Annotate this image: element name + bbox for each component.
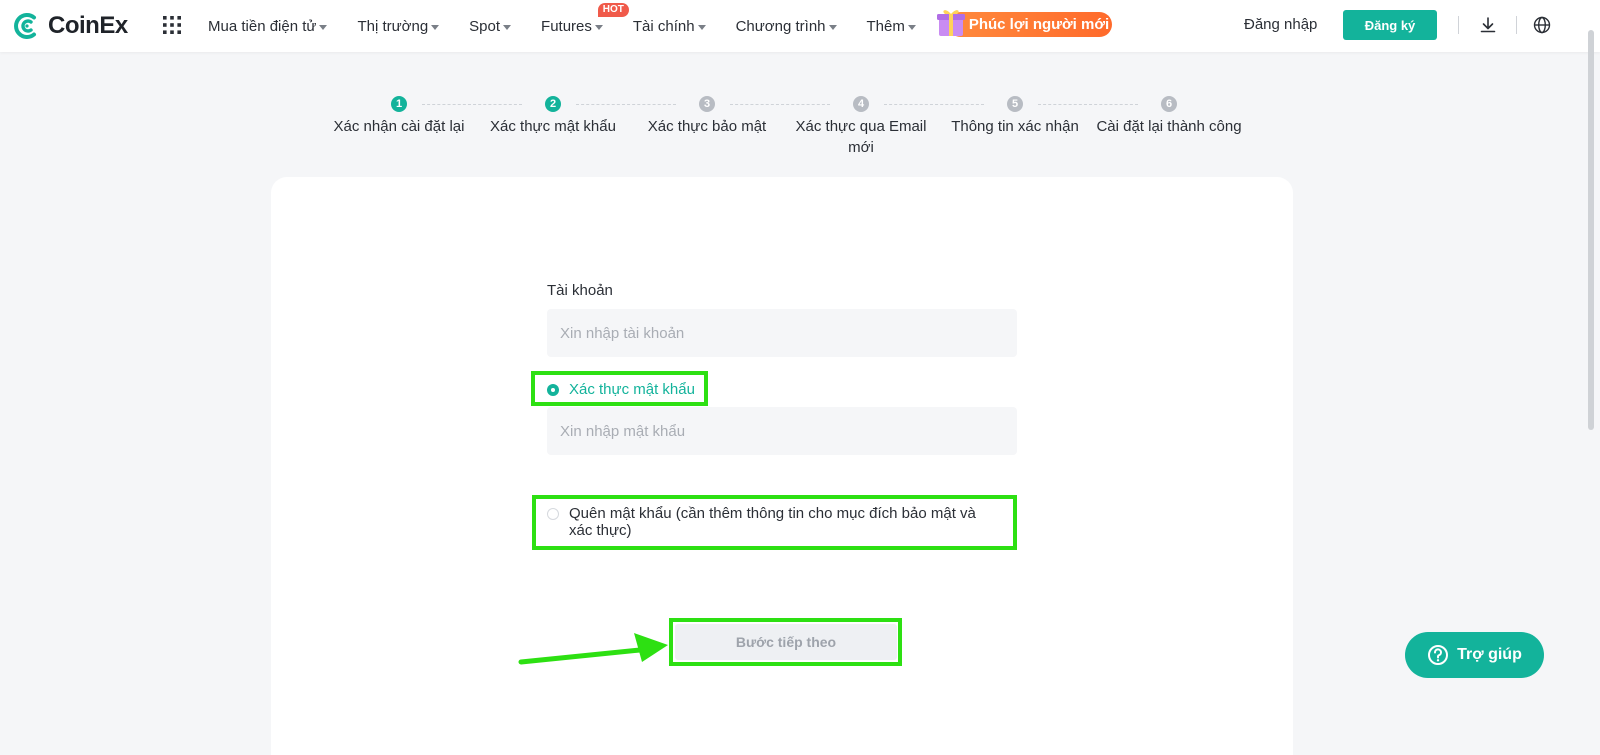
chevron-down-icon: [828, 24, 837, 30]
option-forgot-password[interactable]: Quên mật khẩu (cần thêm thông tin cho mụ…: [547, 505, 987, 539]
nav-finance[interactable]: Tài chính: [633, 18, 706, 35]
hot-badge: HOT: [597, 2, 629, 17]
chevron-down-icon: [594, 24, 603, 30]
radio-checked-icon: [547, 384, 559, 396]
chevron-down-icon: [503, 24, 512, 30]
help-button[interactable]: Trợ giúp: [1405, 632, 1544, 678]
step-number: 3: [699, 96, 715, 112]
chevron-down-icon: [907, 24, 916, 30]
step-2: 2 Xác thực mật khẩu: [476, 96, 630, 137]
step-label: Xác thực bảo mật: [647, 118, 767, 135]
step-label: Thông tin xác nhận: [951, 118, 1079, 135]
step-3: 3 Xác thực bảo mật: [630, 96, 784, 137]
step-number: 2: [545, 96, 561, 112]
login-link[interactable]: Đăng nhập: [1244, 16, 1317, 33]
chevron-down-icon: [431, 24, 440, 30]
step-number: 5: [1007, 96, 1023, 112]
gift-icon: [937, 10, 965, 36]
step-1: 1 Xác nhận cài đặt lại: [322, 96, 476, 137]
page-scrollbar[interactable]: [1588, 30, 1594, 430]
download-icon[interactable]: [1478, 15, 1498, 35]
nav-label: Thêm: [866, 17, 905, 35]
arrow-annotation-icon: [518, 633, 668, 665]
apps-grid-icon[interactable]: [162, 15, 182, 35]
form-card: [271, 177, 1293, 755]
step-label: Xác nhận cài đặt lại: [333, 118, 465, 135]
next-step-button[interactable]: Bước tiếp theo: [675, 624, 897, 660]
help-icon: [1428, 645, 1449, 665]
nav-label: Futures: [541, 17, 592, 35]
main-nav: Mua tiền điện tử Thị trường Spot Futures…: [208, 0, 946, 52]
step-number: 6: [1161, 96, 1177, 112]
step-5: 5 Thông tin xác nhận: [938, 96, 1092, 137]
chevron-down-icon: [319, 24, 328, 30]
nav-more[interactable]: Thêm: [867, 18, 916, 35]
password-input[interactable]: [547, 407, 1017, 455]
coinex-logo-icon: [14, 13, 36, 39]
nav-futures[interactable]: Futures HOT: [541, 2, 629, 35]
account-label: Tài khoản: [547, 282, 613, 299]
step-4: 4 Xác thực qua Email mới: [784, 96, 938, 158]
step-6: 6 Cài đặt lại thành công: [1092, 96, 1246, 137]
promo-label: Phúc lợi người mới: [948, 12, 1112, 37]
divider: [1516, 16, 1517, 34]
nav-label: Tài chính: [632, 17, 695, 35]
nav-label: Spot: [469, 17, 501, 35]
step-label: Xác thực mật khẩu: [490, 118, 616, 135]
reset-steps: 1 Xác nhận cài đặt lại 2 Xác thực mật kh…: [322, 96, 1246, 156]
nav-programs[interactable]: Chương trình: [736, 18, 837, 35]
radio-unchecked-icon: [547, 508, 559, 520]
nav-markets[interactable]: Thị trường: [357, 17, 440, 35]
account-input[interactable]: [547, 309, 1017, 357]
option-password-label: Xác thực mật khẩu: [569, 381, 695, 398]
option-forgot-label: Quên mật khẩu (cần thêm thông tin cho mụ…: [569, 505, 976, 539]
step-label: Xác thực qua Email mới: [795, 118, 927, 156]
help-label: Trợ giúp: [1457, 646, 1522, 663]
nav-label: Thị trường: [357, 17, 429, 35]
divider: [1458, 16, 1459, 34]
nav-spot[interactable]: Spot: [469, 17, 512, 35]
step-number: 4: [853, 96, 869, 112]
step-number: 1: [391, 96, 407, 112]
chevron-down-icon: [697, 24, 706, 30]
register-button[interactable]: Đăng ký: [1343, 10, 1437, 40]
nav-label: Chương trình: [735, 17, 826, 35]
step-label: Cài đặt lại thành công: [1096, 118, 1242, 135]
nav-buy-crypto[interactable]: Mua tiền điện tử: [208, 17, 328, 35]
logo-text: CoinEx: [48, 12, 128, 39]
top-navbar: CoinEx Mua tiền điện tử Thị trường Spot …: [0, 0, 1600, 52]
new-user-promo[interactable]: Phúc lợi người mới: [934, 10, 1112, 38]
globe-icon[interactable]: [1532, 15, 1552, 35]
nav-label: Mua tiền điện tử: [208, 17, 317, 35]
option-password-verify[interactable]: Xác thực mật khẩu: [547, 381, 695, 398]
coinex-logo[interactable]: CoinEx: [12, 10, 128, 42]
